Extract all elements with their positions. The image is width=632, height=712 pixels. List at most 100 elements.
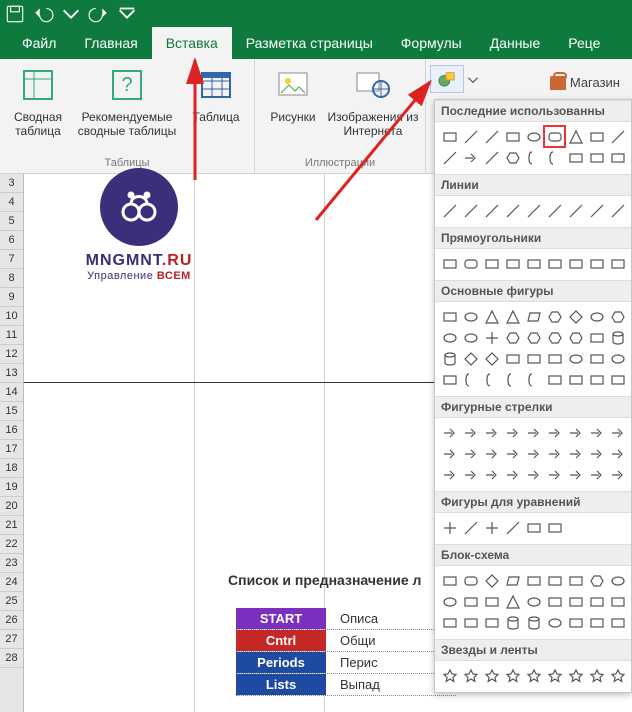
shape-basic-4[interactable] bbox=[523, 306, 544, 327]
tab-home[interactable]: Главная bbox=[70, 27, 151, 59]
shape-basic-21[interactable] bbox=[502, 348, 523, 369]
shape-flowchart-19[interactable] bbox=[460, 612, 481, 633]
recommended-pivot-button[interactable]: ? Рекомендуемые сводные таблицы bbox=[72, 63, 182, 140]
shape-flowchart-17[interactable] bbox=[607, 591, 628, 612]
shape-recent-14[interactable] bbox=[544, 147, 565, 168]
shape-recent-17[interactable] bbox=[607, 147, 628, 168]
shape-stars-7[interactable] bbox=[586, 665, 607, 686]
shape-basic-15[interactable] bbox=[565, 327, 586, 348]
save-icon[interactable] bbox=[4, 3, 26, 25]
shape-arrows-20[interactable] bbox=[481, 464, 502, 485]
shape-recent-11[interactable] bbox=[481, 147, 502, 168]
shape-arrows-7[interactable] bbox=[586, 422, 607, 443]
shape-equation-4[interactable] bbox=[523, 517, 544, 538]
shape-lines-2[interactable] bbox=[481, 200, 502, 221]
shape-arrows-5[interactable] bbox=[544, 422, 565, 443]
shape-recent-7[interactable] bbox=[586, 126, 607, 147]
shape-arrows-4[interactable] bbox=[523, 422, 544, 443]
tab-insert[interactable]: Вставка bbox=[152, 27, 232, 59]
shape-basic-9[interactable] bbox=[439, 327, 460, 348]
shape-recent-3[interactable] bbox=[502, 126, 523, 147]
row-header[interactable]: 17 bbox=[0, 440, 23, 459]
row-header[interactable]: 22 bbox=[0, 535, 23, 554]
shape-basic-17[interactable] bbox=[607, 327, 628, 348]
undo-icon[interactable] bbox=[32, 3, 54, 25]
shape-arrows-23[interactable] bbox=[544, 464, 565, 485]
shape-flowchart-24[interactable] bbox=[565, 612, 586, 633]
tab-file[interactable]: Файл bbox=[8, 27, 70, 59]
shape-arrows-2[interactable] bbox=[481, 422, 502, 443]
table-button[interactable]: Таблица bbox=[184, 63, 248, 140]
tab-review[interactable]: Реце bbox=[554, 27, 614, 59]
shape-basic-7[interactable] bbox=[586, 306, 607, 327]
shape-arrows-24[interactable] bbox=[565, 464, 586, 485]
shape-arrows-11[interactable] bbox=[481, 443, 502, 464]
shape-lines-6[interactable] bbox=[565, 200, 586, 221]
online-pictures-button[interactable]: Изображения из Интернета bbox=[327, 63, 419, 140]
shape-flowchart-6[interactable] bbox=[565, 570, 586, 591]
shape-basic-34[interactable] bbox=[586, 369, 607, 390]
shape-rects-6[interactable] bbox=[565, 253, 586, 274]
shape-arrows-10[interactable] bbox=[460, 443, 481, 464]
shape-flowchart-3[interactable] bbox=[502, 570, 523, 591]
shape-lines-5[interactable] bbox=[544, 200, 565, 221]
shape-arrows-9[interactable] bbox=[439, 443, 460, 464]
shape-arrows-19[interactable] bbox=[460, 464, 481, 485]
shape-arrows-22[interactable] bbox=[523, 464, 544, 485]
shape-flowchart-7[interactable] bbox=[586, 570, 607, 591]
shape-arrows-0[interactable] bbox=[439, 422, 460, 443]
shape-stars-4[interactable] bbox=[523, 665, 544, 686]
shape-basic-35[interactable] bbox=[607, 369, 628, 390]
shapes-dropdown-caret-icon[interactable] bbox=[466, 73, 480, 87]
shape-rects-5[interactable] bbox=[544, 253, 565, 274]
shape-rects-3[interactable] bbox=[502, 253, 523, 274]
shape-recent-5[interactable] bbox=[544, 126, 565, 147]
shape-stars-1[interactable] bbox=[460, 665, 481, 686]
row-header[interactable]: 23 bbox=[0, 554, 23, 573]
shape-recent-1[interactable] bbox=[460, 126, 481, 147]
row-header[interactable]: 3 bbox=[0, 174, 23, 193]
customize-qat-icon[interactable] bbox=[116, 3, 138, 25]
shape-basic-26[interactable] bbox=[607, 348, 628, 369]
shape-arrows-17[interactable] bbox=[607, 443, 628, 464]
shape-lines-7[interactable] bbox=[586, 200, 607, 221]
row-header[interactable]: 5 bbox=[0, 212, 23, 231]
shape-rects-4[interactable] bbox=[523, 253, 544, 274]
shape-flowchart-26[interactable] bbox=[607, 612, 628, 633]
row-header[interactable]: 8 bbox=[0, 269, 23, 288]
row-header[interactable]: 16 bbox=[0, 421, 23, 440]
shape-recent-16[interactable] bbox=[586, 147, 607, 168]
shape-recent-2[interactable] bbox=[481, 126, 502, 147]
shape-flowchart-25[interactable] bbox=[586, 612, 607, 633]
shape-flowchart-4[interactable] bbox=[523, 570, 544, 591]
row-header[interactable]: 11 bbox=[0, 326, 23, 345]
shape-flowchart-23[interactable] bbox=[544, 612, 565, 633]
shape-basic-12[interactable] bbox=[502, 327, 523, 348]
shape-basic-28[interactable] bbox=[460, 369, 481, 390]
row-header[interactable]: 26 bbox=[0, 611, 23, 630]
shape-arrows-21[interactable] bbox=[502, 464, 523, 485]
shape-basic-19[interactable] bbox=[460, 348, 481, 369]
shape-flowchart-0[interactable] bbox=[439, 570, 460, 591]
shape-basic-33[interactable] bbox=[565, 369, 586, 390]
redo-icon[interactable] bbox=[88, 3, 110, 25]
shape-recent-0[interactable] bbox=[439, 126, 460, 147]
row-header[interactable]: 15 bbox=[0, 402, 23, 421]
shape-flowchart-11[interactable] bbox=[481, 591, 502, 612]
shape-stars-2[interactable] bbox=[481, 665, 502, 686]
shape-basic-14[interactable] bbox=[544, 327, 565, 348]
shape-stars-5[interactable] bbox=[544, 665, 565, 686]
shape-arrows-25[interactable] bbox=[586, 464, 607, 485]
shape-lines-1[interactable] bbox=[460, 200, 481, 221]
row-header[interactable]: 27 bbox=[0, 630, 23, 649]
shape-equation-3[interactable] bbox=[502, 517, 523, 538]
row-header[interactable]: 25 bbox=[0, 592, 23, 611]
shape-basic-6[interactable] bbox=[565, 306, 586, 327]
row-header[interactable]: 28 bbox=[0, 649, 23, 668]
row-header[interactable]: 24 bbox=[0, 573, 23, 592]
tab-formulas[interactable]: Формулы bbox=[387, 27, 476, 59]
shape-basic-2[interactable] bbox=[481, 306, 502, 327]
shape-flowchart-14[interactable] bbox=[544, 591, 565, 612]
shape-basic-32[interactable] bbox=[544, 369, 565, 390]
shape-arrows-15[interactable] bbox=[565, 443, 586, 464]
